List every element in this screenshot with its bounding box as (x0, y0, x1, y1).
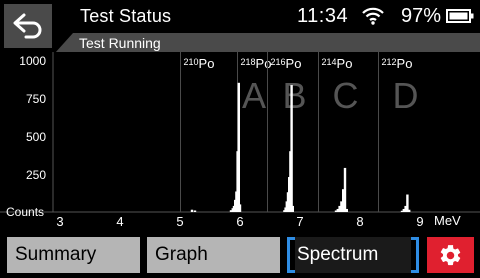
spectrum-bar (290, 85, 293, 212)
test-status-text: Test Running (79, 35, 161, 51)
tab-summary[interactable]: Summary (7, 237, 140, 273)
spectrum-chart: 1000750500250 3456789 210Po 218PoA216PoB2… (0, 52, 480, 232)
spectrum-bar (345, 208, 348, 212)
settings-button[interactable] (427, 237, 474, 273)
isotope-symbol: Po (397, 56, 413, 71)
isotope-symbol: Po (337, 56, 353, 71)
isotope-mass: 216 (271, 57, 286, 67)
x-tick-label: 4 (116, 214, 123, 229)
wifi-icon (362, 7, 384, 25)
gear-icon (440, 245, 461, 266)
isotope-symbol: Po (199, 56, 215, 71)
isotope-mass: 210 (184, 57, 199, 67)
spectrum-bar (343, 167, 347, 212)
isotope-mass: 214 (322, 57, 337, 67)
spectrum-bar (237, 82, 240, 212)
x-tick-label: 9 (416, 214, 423, 229)
region-letter: A (242, 75, 266, 116)
isotope-mass: 212 (382, 57, 397, 67)
tab-spectrum[interactable]: Spectrum (287, 237, 419, 273)
region-letter: B (282, 75, 306, 116)
isotope-mass: 218 (241, 57, 256, 67)
spectrum-bar (190, 209, 194, 212)
isotope-symbol: Po (286, 56, 302, 71)
spectrum-bar (193, 210, 197, 212)
selection-bracket-right (411, 237, 419, 273)
selection-bracket-left (287, 237, 295, 273)
x-tick-label: 3 (56, 214, 63, 229)
y-tick-label: 1000 (19, 54, 46, 68)
x-tick-label: 5 (176, 214, 183, 229)
tab-graph[interactable]: Graph (147, 237, 280, 273)
spectrum-bar (406, 194, 409, 212)
page-title: Test Status (80, 6, 172, 26)
y-tick-label: 750 (26, 92, 46, 106)
back-arrow-icon (13, 13, 42, 39)
x-tick-label: 6 (236, 214, 243, 229)
back-button[interactable] (4, 4, 54, 50)
spectrum-bar (291, 205, 294, 212)
spectrum-bar (408, 209, 411, 212)
y-tick-label: 500 (26, 130, 46, 144)
clock: 11:34 (297, 5, 349, 27)
y-axis-label: Counts (6, 205, 44, 219)
battery-percent: 97% (401, 5, 442, 27)
tab-spectrum-label: Spectrum (297, 244, 379, 265)
x-tick-label: 7 (296, 214, 303, 229)
y-tick-label: 250 (26, 168, 46, 182)
spectrum-bar (238, 204, 242, 212)
x-axis-label: MeV (434, 213, 461, 228)
battery-icon (446, 9, 474, 23)
region-letter: D (393, 75, 419, 116)
x-tick-label: 8 (356, 214, 363, 229)
isotope-symbol: Po (256, 56, 272, 71)
region-letter: C (333, 75, 359, 116)
